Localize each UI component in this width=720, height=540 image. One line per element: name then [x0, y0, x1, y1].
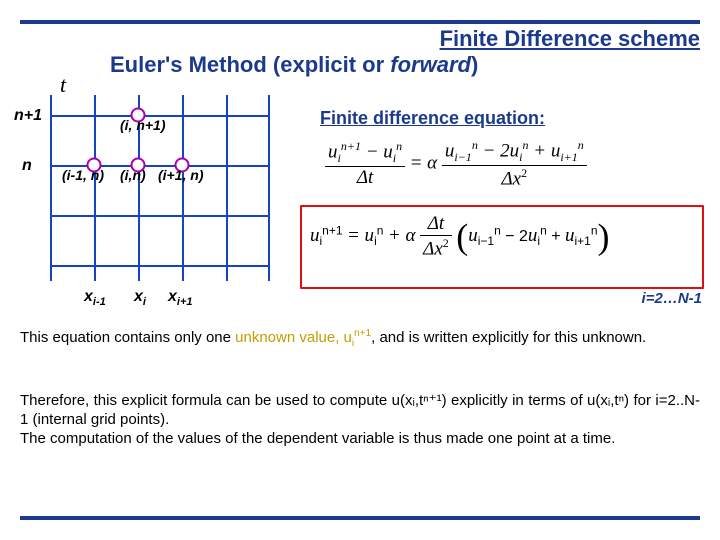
label-iplus1-n: (i+1, n)	[158, 167, 204, 183]
top-divider	[20, 20, 700, 24]
equation-1: uin+1 − uinΔt = α ui−1n − 2uin + ui+1nΔx…	[325, 138, 685, 193]
xtick-i-minus-1: xi-1	[84, 288, 106, 308]
equation-2-boxed: uin+1 = uin + α ΔtΔx2 (ui−1n − 2uin + ui…	[300, 205, 704, 289]
label-iminus1-n: (i-1, n)	[62, 167, 104, 183]
stencil-grid: (i, n+1) (i-1, n) (i,n) (i+1, n)	[50, 95, 270, 281]
y-label-n-plus-1: n+1	[14, 107, 42, 125]
bottom-divider	[20, 516, 700, 520]
slide-title-line1: Finite Difference scheme	[0, 26, 700, 52]
title2-b: forward	[390, 52, 471, 77]
paragraph-2: Therefore, this explicit formula can be …	[20, 392, 700, 448]
title2-a: Euler's Method (explicit or	[110, 52, 390, 77]
equation-heading: Finite difference equation:	[320, 108, 545, 129]
slide-title-line2: Euler's Method (explicit or forward)	[110, 52, 478, 78]
title1-text: Finite Difference scheme	[440, 26, 700, 51]
label-i-n: (i,n)	[120, 167, 146, 183]
y-label-n: n	[22, 157, 32, 175]
title2-c: )	[471, 52, 478, 77]
label-i-nplus1: (i, n+1)	[120, 117, 166, 133]
paragraph-1: This equation contains only one unknown …	[20, 328, 700, 351]
index-range: i=2…N-1	[642, 290, 702, 307]
xtick-i-plus-1: xi+1	[168, 288, 193, 308]
xtick-i: xi	[134, 288, 146, 308]
